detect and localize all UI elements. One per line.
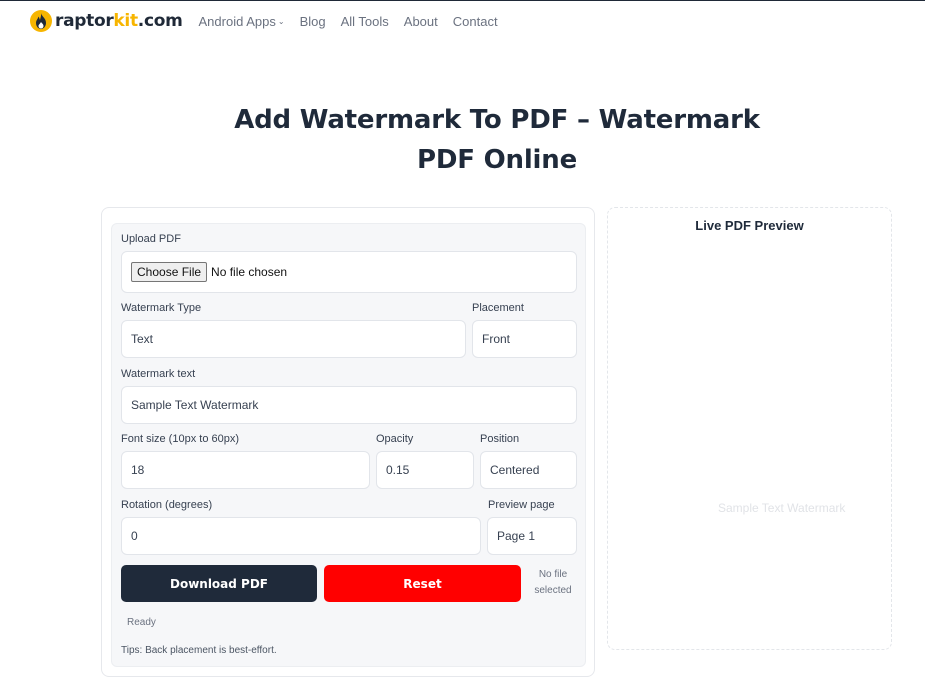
position-value: Centered bbox=[490, 463, 540, 477]
nav-item-blog[interactable]: Blog bbox=[300, 14, 326, 29]
watermark-text-input[interactable]: Sample Text Watermark bbox=[121, 386, 577, 424]
font-size-value: 18 bbox=[131, 463, 145, 477]
download-pdf-button[interactable]: Download PDF bbox=[121, 565, 317, 602]
logo-wordmark: raptorkit.com bbox=[55, 11, 183, 31]
tips-text: Tips: Back placement is best-effort. bbox=[121, 645, 277, 656]
nav-item-all-tools[interactable]: All Tools bbox=[341, 14, 389, 29]
watermark-text-value: Sample Text Watermark bbox=[131, 398, 259, 412]
status-text: Ready bbox=[127, 617, 156, 628]
rotation-label: Rotation (degrees) bbox=[121, 499, 213, 511]
page-title-line-1: Add Watermark To PDF – Watermark bbox=[234, 105, 760, 135]
page-title: Add Watermark To PDF – Watermark PDF Onl… bbox=[197, 100, 797, 180]
opacity-value: 0.15 bbox=[386, 463, 410, 477]
preview-watermark-text: Sample Text Watermark bbox=[718, 501, 846, 515]
upload-label: Upload PDF bbox=[121, 233, 181, 245]
preview-title: Live PDF Preview bbox=[695, 218, 804, 233]
watermark-type-value: Text bbox=[131, 332, 154, 346]
file-selection-line-1: No file bbox=[538, 569, 568, 580]
file-selection-status: No file selected bbox=[528, 567, 578, 599]
nav-item-about[interactable]: About bbox=[404, 14, 438, 29]
placement-select[interactable]: Front bbox=[472, 320, 577, 358]
main-nav: Android Apps ⌄ Blog All Tools About Conta… bbox=[199, 14, 513, 29]
file-selection-line-2: selected bbox=[534, 585, 572, 596]
rotation-input[interactable]: 0 bbox=[121, 517, 481, 555]
nav-item-android-apps[interactable]: Android Apps ⌄ bbox=[199, 14, 285, 29]
live-preview-panel: Live PDF Preview Sample Text Watermark bbox=[607, 207, 892, 650]
chevron-down-icon: ⌄ bbox=[277, 16, 285, 26]
rotation-value: 0 bbox=[131, 529, 138, 543]
watermark-type-select[interactable]: Text bbox=[121, 320, 466, 358]
reset-button[interactable]: Reset bbox=[324, 565, 521, 602]
font-size-label: Font size (10px to 60px) bbox=[121, 433, 240, 445]
upload-file-input[interactable]: Choose File No file chosen bbox=[121, 251, 577, 293]
watermark-form: Upload PDF Choose File No file chosen Wa… bbox=[111, 223, 586, 667]
choose-file-button[interactable]: Choose File bbox=[131, 262, 208, 282]
top-border bbox=[0, 0, 925, 1]
site-logo[interactable]: raptorkit.com bbox=[30, 10, 183, 32]
position-select[interactable]: Centered bbox=[480, 451, 577, 489]
nav-item-contact[interactable]: Contact bbox=[453, 14, 498, 29]
opacity-input[interactable]: 0.15 bbox=[376, 451, 474, 489]
placement-label: Placement bbox=[472, 302, 524, 314]
position-label: Position bbox=[480, 433, 520, 445]
preview-page-value: Page 1 bbox=[497, 529, 536, 543]
font-size-input[interactable]: 18 bbox=[121, 451, 370, 489]
preview-page-select[interactable]: Page 1 bbox=[487, 517, 577, 555]
file-status-text: No file chosen bbox=[211, 265, 288, 279]
watermark-type-label: Watermark Type bbox=[121, 302, 202, 314]
watermark-tool-card: Upload PDF Choose File No file chosen Wa… bbox=[101, 207, 595, 677]
site-header: raptorkit.com Android Apps ⌄ Blog All Too… bbox=[30, 8, 513, 34]
preview-page-label: Preview page bbox=[488, 499, 555, 511]
page-title-line-2: PDF Online bbox=[416, 145, 578, 175]
flame-icon bbox=[30, 10, 52, 32]
placement-value: Front bbox=[482, 332, 511, 346]
opacity-label: Opacity bbox=[376, 433, 414, 445]
watermark-text-label: Watermark text bbox=[121, 368, 196, 380]
